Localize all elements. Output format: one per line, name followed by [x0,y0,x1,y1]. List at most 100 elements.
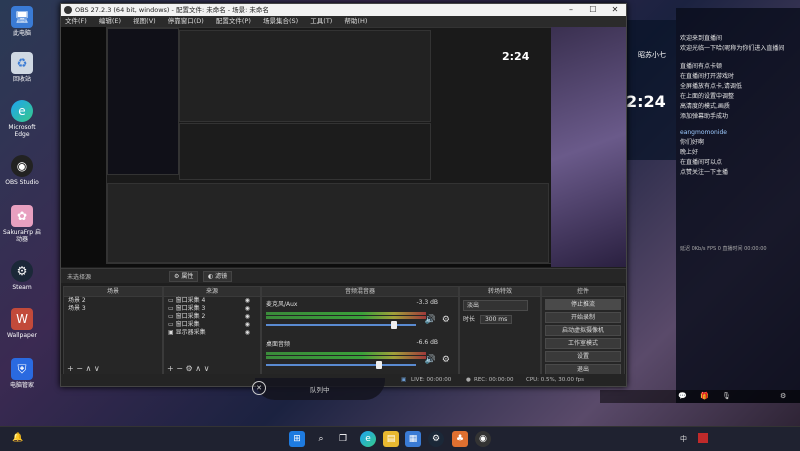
move-up-icon[interactable]: ∧ [86,364,92,373]
nested-preview [179,30,431,122]
duration-input[interactable]: 300 ms [479,315,513,324]
obs-window[interactable]: OBS 27.2.3 (64 bit, windows) - 配置文件: 未命名… [60,3,627,387]
mixer-channel: 麦克风/Aux -3.3 dB 🔊 ⚙ [262,297,458,337]
settings-icon[interactable]: ⚙ [780,392,786,400]
ime-indicator[interactable]: 中 [680,434,687,444]
gear-icon[interactable]: ⚙ [186,364,193,373]
transition-select[interactable]: 淡出 [463,300,528,311]
mic-icon[interactable]: 🎙 [722,392,731,400]
live-indicator-icon: ▣ [401,377,407,383]
volume-meter [266,316,426,319]
scenes-dock-title: 场景 [64,287,162,297]
slider-handle[interactable] [391,321,397,329]
move-up-icon[interactable]: ∧ [195,364,201,373]
search-icon[interactable]: ⌕ [313,431,329,447]
chat-line: 欢迎光临一下哈(昵称为你们进入直播间 [680,45,785,52]
add-icon[interactable]: + [67,364,74,373]
move-down-icon[interactable]: ∨ [94,364,100,373]
channel-name: 麦克风/Aux [266,301,298,308]
scene-item[interactable]: 场景 2 [64,297,162,305]
source-item[interactable]: ▣ 显示器采集 ◉ [164,329,260,337]
desktop-icon-obs[interactable]: ◉ OBS Studio [2,155,42,186]
speaker-icon[interactable]: 🔊 [425,315,436,325]
close-button[interactable]: ✕ [604,4,626,16]
menu-docks[interactable]: 停靠窗口(D) [168,17,204,25]
rec-timer: REC: 00:00:00 [474,377,514,383]
streamer-name: 昭苏小七 [638,51,666,59]
menu-profile[interactable]: 配置文件(P) [216,17,251,25]
menu-scene-collection[interactable]: 场景集合(S) [263,17,298,25]
gift-icon[interactable]: 🎁 [700,392,709,400]
volume-meter [266,312,426,315]
windows-start-icon[interactable]: ⊞ [289,431,305,447]
obs-title-bar[interactable]: OBS 27.2.3 (64 bit, windows) - 配置文件: 未命名… [61,4,626,16]
source-item[interactable]: ▭ 窗口采集 ◉ [164,321,260,329]
volume-slider[interactable] [266,321,416,329]
desktop-icon-sakurafrp[interactable]: ✿ SakuraFrp 启动器 [2,205,42,243]
eye-icon[interactable]: ◉ [245,297,250,305]
eye-icon[interactable]: ◉ [245,329,250,337]
studio-mode-button[interactable]: 工作室模式 [545,338,621,349]
file-explorer-icon[interactable]: ▤ [383,431,399,447]
gear-icon[interactable]: ⚙ [442,315,450,325]
minimize-button[interactable]: – [560,4,582,16]
eye-icon[interactable]: ◉ [245,305,250,313]
eye-icon[interactable]: ◉ [245,313,250,321]
chat-icon[interactable]: 💬 [678,392,687,400]
desktop-icon-wallpaper[interactable]: W Wallpaper [2,308,42,339]
task-view-icon[interactable]: ❐ [335,431,351,447]
settings-button[interactable]: 设置 [545,351,621,362]
window-capture-icon: ▭ [168,305,176,312]
nested-clock: 2:24 [502,50,530,63]
add-icon[interactable]: + [167,364,174,373]
edge-icon[interactable]: e [360,431,376,447]
maximize-button[interactable]: ☐ [582,4,604,16]
volume-slider[interactable] [266,361,416,369]
gear-icon[interactable]: ⚙ [442,355,450,365]
obs-icon[interactable]: ◉ [475,431,491,447]
menu-tools[interactable]: 工具(T) [310,17,332,25]
source-item[interactable]: ▭ 窗口采集 4 ◉ [164,297,260,305]
filters-button[interactable]: ◐ 滤镜 [203,271,233,282]
preview-right-art [551,27,626,267]
game-icon[interactable]: ♣ [452,431,468,447]
steam-icon[interactable]: ⚙ [428,431,444,447]
window-title: OBS 27.2.3 (64 bit, windows) - 配置文件: 未命名… [75,6,269,14]
queue-overlay: ✕ 队列中 [252,378,385,400]
notification-bell-icon[interactable]: 🔔 [12,433,23,443]
speaker-icon[interactable]: 🔊 [425,355,436,365]
taskbar: 🔔 ⊞ ⌕ ❐ e ▤ ▦ ⚙ ♣ ◉ 中 [0,426,800,451]
desktop-icon-pc-manager[interactable]: ⛨ 电脑管家 [2,358,42,389]
tray-app-icon[interactable] [698,433,708,443]
scenes-toolbar: + − ∧ ∨ [67,364,100,373]
scene-item[interactable]: 场景 3 [64,305,162,313]
obs-icon: ◉ [11,155,33,177]
remove-icon[interactable]: − [76,364,83,373]
eye-icon[interactable]: ◉ [245,321,250,329]
virtual-camera-button[interactable]: 启动虚拟摄像机 [545,325,621,336]
close-circle-icon[interactable]: ✕ [252,381,266,395]
source-item[interactable]: ▭ 窗口采集 2 ◉ [164,313,260,321]
sakura-icon: ✿ [11,205,33,227]
slider-handle[interactable] [376,361,382,369]
desktop-icon-recycle-bin[interactable]: ♻ 回收站 [2,52,42,83]
window-capture-icon: ▭ [168,297,176,304]
menu-help[interactable]: 帮助(H) [344,17,367,25]
chat-line: 添加弹幕助手成功 [680,113,729,120]
sources-dock-title: 来源 [164,287,260,297]
store-icon[interactable]: ▦ [405,431,421,447]
menu-edit[interactable]: 编辑(E) [99,17,121,25]
move-down-icon[interactable]: ∨ [204,364,210,373]
menu-view[interactable]: 视图(V) [133,17,156,25]
remove-icon[interactable]: − [176,364,183,373]
chat-line: 晚上好 [680,149,699,156]
properties-button[interactable]: ⚙ 属性 [169,271,199,282]
menu-file[interactable]: 文件(F) [65,17,87,25]
start-recording-button[interactable]: 开始录制 [545,312,621,323]
desktop-icon-steam[interactable]: ⚙ Steam [2,260,42,291]
preview-canvas[interactable]: 2:24 [61,27,626,267]
stop-streaming-button[interactable]: 停止推流 [545,299,621,310]
desktop-icon-this-pc[interactable]: 🖥 此电脑 [2,6,42,37]
desktop-icon-edge[interactable]: e Microsoft Edge [2,100,42,138]
source-item[interactable]: ▭ 窗口采集 3 ◉ [164,305,260,313]
